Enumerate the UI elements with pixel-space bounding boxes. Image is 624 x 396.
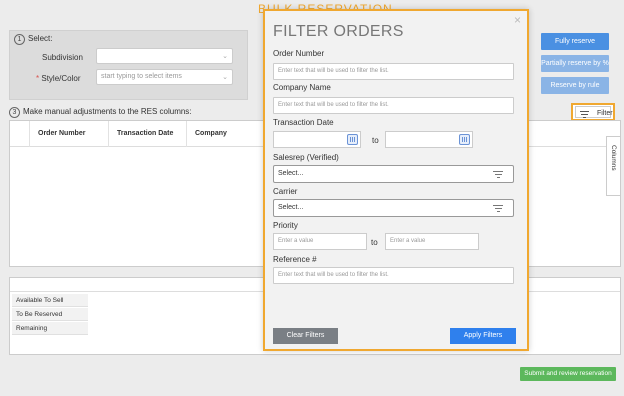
order-number-label: Order Number bbox=[273, 49, 325, 58]
style-color-input[interactable]: start typing to select items ⌄ bbox=[96, 69, 233, 85]
style-color-placeholder: start typing to select items bbox=[101, 73, 182, 80]
style-color-label-text: Style/Color bbox=[41, 74, 81, 83]
filter-orders-modal: FILTER ORDERS × Order Number Enter text … bbox=[263, 9, 529, 351]
apply-filters-button[interactable]: Apply Filters bbox=[450, 328, 516, 344]
chevron-down-icon: ⌄ bbox=[222, 53, 228, 60]
filter-button-inner: Filter bbox=[575, 106, 613, 118]
close-icon[interactable]: × bbox=[514, 13, 521, 27]
clear-filters-button[interactable]: Clear Filters bbox=[273, 328, 338, 344]
select-panel: 1 Select: Subdivision ⌄ * Style/Color sta… bbox=[9, 30, 248, 100]
chevron-down-icon: ⌄ bbox=[222, 74, 228, 81]
priority-to-input[interactable]: Enter a value bbox=[385, 233, 479, 250]
subdivision-label: Subdivision bbox=[42, 53, 83, 62]
transaction-date-to[interactable] bbox=[385, 131, 473, 148]
priority-from-input[interactable]: Enter a value bbox=[273, 233, 367, 250]
filter-lines-icon bbox=[493, 171, 503, 178]
calendar-icon[interactable] bbox=[347, 134, 358, 145]
columns-tab[interactable]: Columns bbox=[606, 136, 620, 196]
summary-row-to-be-reserved: To Be Reserved bbox=[12, 308, 88, 321]
step-number: 3 bbox=[9, 107, 20, 118]
reference-label: Reference # bbox=[273, 255, 317, 264]
company-name-input[interactable]: Enter text that will be used to filter t… bbox=[273, 97, 514, 114]
summary-row-available: Available To Sell bbox=[12, 294, 88, 307]
salesrep-label: Salesrep (Verified) bbox=[273, 153, 339, 162]
filter-button[interactable]: Filter bbox=[571, 103, 615, 121]
reserve-by-rule-button[interactable]: Reserve by rule bbox=[541, 77, 609, 94]
date-to-label: to bbox=[372, 136, 379, 145]
calendar-icon[interactable] bbox=[459, 134, 470, 145]
carrier-label: Carrier bbox=[273, 187, 298, 196]
style-color-label: * Style/Color bbox=[36, 74, 80, 83]
submit-review-button[interactable]: Submit and review reservation bbox=[520, 367, 616, 381]
company-name-label: Company Name bbox=[273, 83, 331, 92]
modal-title: FILTER ORDERS bbox=[273, 23, 404, 40]
carrier-value: Select... bbox=[278, 204, 304, 211]
fully-reserve-button[interactable]: Fully reserve bbox=[541, 33, 609, 50]
reference-input[interactable]: Enter text that will be used to filter t… bbox=[273, 267, 514, 284]
transaction-date-label: Transaction Date bbox=[273, 118, 334, 127]
column-company[interactable]: Company bbox=[187, 121, 267, 147]
columns-tab-label: Columns bbox=[610, 145, 617, 171]
required-mark: * bbox=[36, 74, 40, 83]
salesrep-select[interactable]: Select... bbox=[273, 165, 514, 183]
step-number: 1 bbox=[14, 34, 25, 45]
carrier-select[interactable]: Select... bbox=[273, 199, 514, 217]
filter-button-label: Filter bbox=[597, 110, 613, 117]
column-transaction-date[interactable]: Transaction Date bbox=[109, 121, 187, 147]
priority-label: Priority bbox=[273, 221, 298, 230]
adjust-section-label: Make manual adjustments to the RES colum… bbox=[23, 107, 192, 116]
subdivision-select[interactable]: ⌄ bbox=[96, 48, 233, 64]
summary-row-remaining: Remaining bbox=[12, 322, 88, 335]
select-section-heading: 1 Select: bbox=[14, 34, 52, 45]
column-order-number[interactable]: Order Number bbox=[30, 121, 109, 147]
order-number-input[interactable]: Enter text that will be used to filter t… bbox=[273, 63, 514, 80]
filter-icon bbox=[580, 111, 589, 118]
filter-lines-icon bbox=[493, 205, 503, 212]
salesrep-value: Select... bbox=[278, 170, 304, 177]
select-section-label: Select: bbox=[28, 34, 53, 43]
priority-to-label: to bbox=[371, 238, 378, 247]
grid-header-spacer bbox=[10, 121, 30, 147]
adjust-section-heading: 3 Make manual adjustments to the RES colu… bbox=[9, 107, 192, 118]
transaction-date-from[interactable] bbox=[273, 131, 361, 148]
partially-reserve-button[interactable]: Partially reserve by % bbox=[541, 55, 609, 72]
